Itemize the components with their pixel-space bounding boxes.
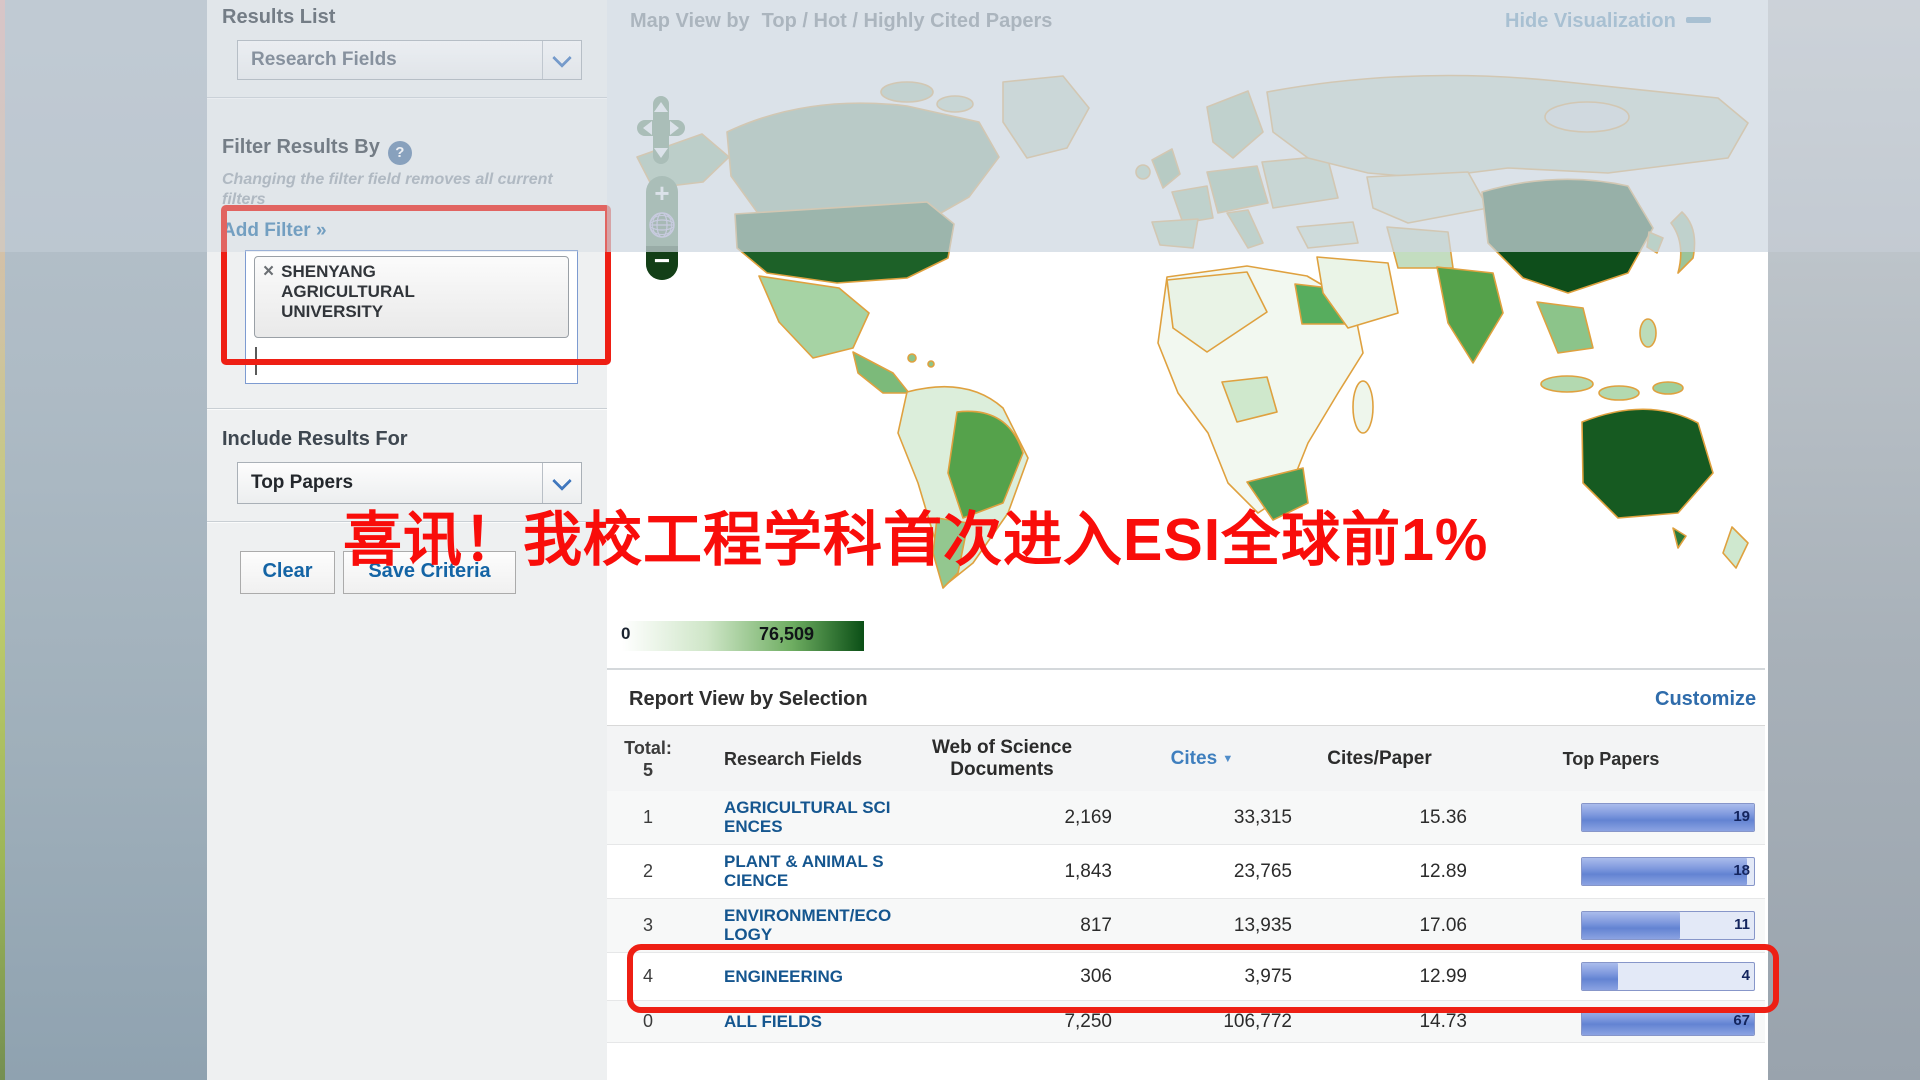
col-wos-documents: Web of Science Documents (892, 737, 1112, 781)
desktop-strip-left (0, 0, 207, 1080)
cites-value: 106,772 (1112, 1011, 1292, 1033)
cites-per-paper-value: 15.36 (1292, 807, 1467, 829)
col-cites-per-paper: Cites/Paper (1292, 748, 1467, 770)
col-research-fields: Research Fields (724, 748, 892, 770)
hide-visualization-link[interactable]: Hide Visualization (1505, 10, 1711, 33)
total-header: Total: 5 (607, 737, 689, 781)
row-rank: 1 (607, 807, 689, 828)
include-results-heading: Include Results For (222, 428, 408, 451)
table-header-row: Total: 5 Research Fields Web of Science … (607, 725, 1765, 792)
legend-gradient (622, 621, 864, 651)
row-rank: 2 (607, 861, 689, 882)
col-top-papers: Top Papers (1467, 748, 1765, 770)
cites-per-paper-value: 17.06 (1292, 915, 1467, 937)
wos-documents-value: 817 (892, 915, 1112, 937)
research-field-link[interactable]: ENVIRONMENT/ECOLOGY (724, 906, 892, 944)
research-field-link[interactable]: AGRICULTURAL SCIENCES (724, 798, 892, 836)
row-rank: 3 (607, 915, 689, 936)
dropdown-button[interactable] (542, 41, 581, 79)
table-row: 2 PLANT & ANIMAL SCIENCE1,84323,76512.89 1… (607, 845, 1765, 899)
top-papers-bar: 19 (1581, 803, 1755, 832)
filter-results-heading: Filter Results By? (222, 136, 412, 165)
wos-documents-value: 2,169 (892, 807, 1112, 829)
map-view-selector[interactable]: Top / Hot / Highly Cited Papers (762, 10, 1053, 32)
results-list-value: Research Fields (238, 49, 542, 71)
wallpaper-edge (0, 0, 5, 1080)
filter-note: Changing the filter field removes all cu… (222, 170, 572, 210)
customize-link[interactable]: Customize (1655, 688, 1756, 711)
separator (207, 408, 607, 409)
chevron-down-icon (552, 48, 572, 68)
wos-documents-value: 7,250 (892, 1011, 1112, 1033)
cites-per-paper-value: 14.73 (1292, 1011, 1467, 1033)
top-papers-bar: 11 (1581, 911, 1755, 940)
top-papers-bar: 18 (1581, 857, 1755, 886)
cites-value: 23,765 (1112, 861, 1292, 883)
cites-value: 33,315 (1112, 807, 1292, 829)
cites-value: 13,935 (1112, 915, 1292, 937)
zoom-in-button[interactable]: + (654, 182, 669, 204)
annotation-box-engineering-row (627, 944, 1779, 1013)
table-row: 1 AGRICULTURAL SCIENCES2,16933,31515.36 19 (607, 791, 1765, 845)
map-pan-control[interactable] (637, 96, 685, 164)
results-list-heading: Results List (222, 6, 335, 29)
wos-documents-value: 1,843 (892, 861, 1112, 883)
total-count: 5 (607, 759, 689, 781)
top-papers-value: 18 (1733, 862, 1750, 879)
results-list-dropdown[interactable]: Research Fields (237, 40, 582, 80)
annotation-box-filter (221, 205, 611, 365)
separator (207, 97, 607, 98)
include-results-value: Top Papers (238, 472, 542, 494)
research-field-link[interactable]: PLANT & ANIMAL SCIENCE (724, 852, 892, 890)
desktop-strip-right (1768, 0, 1920, 1080)
top-papers-value: 19 (1733, 808, 1750, 825)
row-rank: 0 (607, 1011, 689, 1032)
col-cites-sort[interactable]: Cites ▼ (1112, 748, 1292, 770)
zoom-out-button[interactable]: − (646, 246, 678, 280)
map-zoom-control: + − (646, 176, 678, 280)
map-view-title: Map View byTop / Hot / Highly Cited Pape… (630, 10, 1052, 33)
legend-max-value: 76,509 (759, 624, 814, 645)
clear-button[interactable]: Clear (240, 551, 335, 594)
top-papers-value: 11 (1734, 916, 1750, 933)
map-color-legend: 0 76,509 (619, 618, 879, 652)
report-title: Report View by Selection (629, 688, 868, 711)
announcement-banner: 喜讯！我校工程学科首次进入ESI全球前1% (343, 492, 1663, 577)
minus-icon (1686, 17, 1711, 23)
top-papers-value: 67 (1733, 1012, 1750, 1029)
chevron-down-icon (552, 471, 572, 491)
help-icon[interactable]: ? (388, 141, 412, 165)
sort-desc-icon: ▼ (1222, 753, 1233, 765)
report-section: Report View by Selection Customize Total… (607, 668, 1765, 1082)
cites-per-paper-value: 12.89 (1292, 861, 1467, 883)
research-field-link[interactable]: ALL FIELDS (724, 1012, 822, 1031)
legend-min-value: 0 (621, 624, 630, 644)
globe-icon[interactable] (648, 211, 676, 239)
